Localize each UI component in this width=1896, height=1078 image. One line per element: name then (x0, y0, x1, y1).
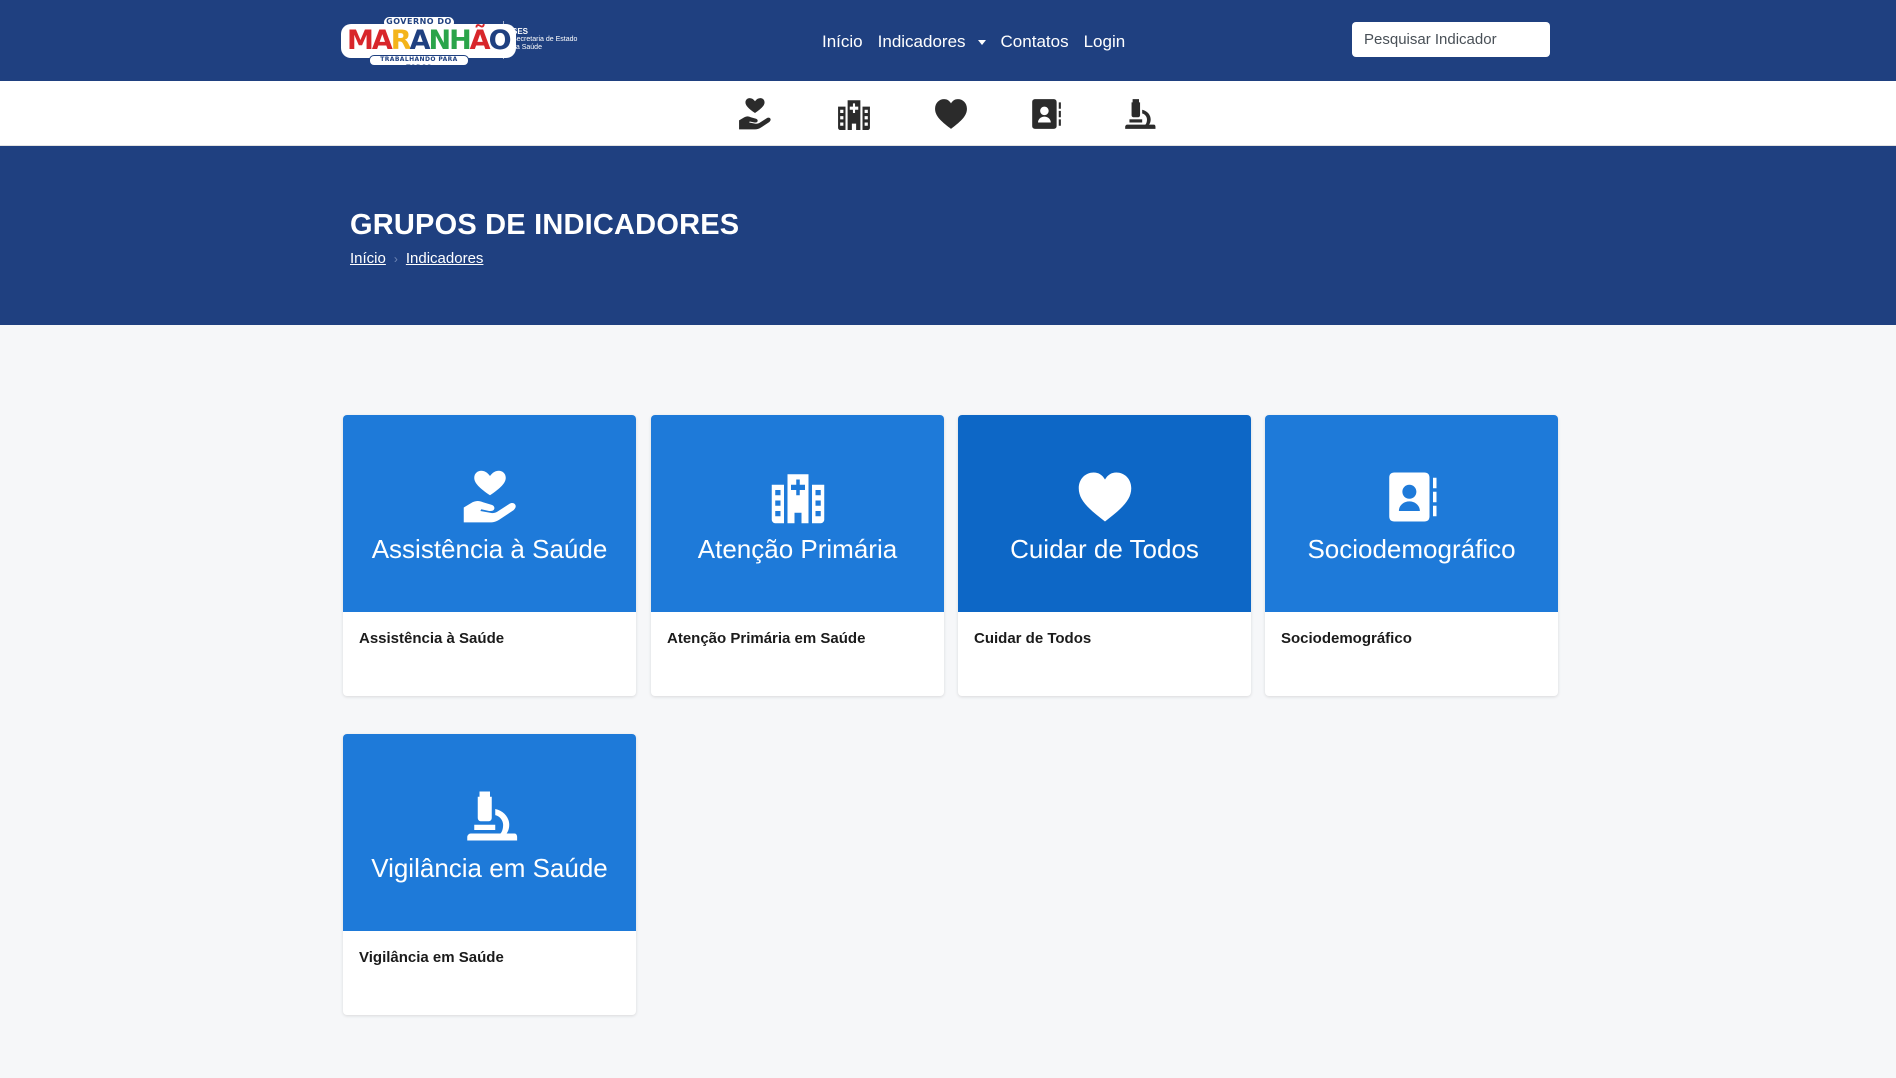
card-header: Sociodemográfico (1265, 415, 1558, 612)
card-title: Assistência à Saúde (371, 534, 608, 564)
card-description: Sociodemográfico (1281, 630, 1412, 647)
microscope-icon (462, 789, 518, 843)
card-title: Atenção Primária (697, 534, 898, 564)
breadcrumb-indicadores[interactable]: Indicadores (406, 250, 484, 267)
hand-heart-icon[interactable] (737, 97, 773, 131)
microscope-icon[interactable] (1121, 97, 1157, 131)
hospital-icon[interactable] (836, 97, 872, 131)
nav-indicadores-dropdown[interactable]: Indicadores (878, 32, 986, 52)
card-header: Cuidar de Todos (958, 415, 1251, 612)
nav-login[interactable]: Login (1084, 32, 1126, 52)
card-sociodemografico[interactable]: Sociodemográfico Sociodemográfico (1265, 415, 1558, 696)
heart-icon[interactable] (933, 97, 969, 131)
card-description: Atenção Primária em Saúde (667, 630, 866, 647)
ses-label: SES Secretaria de Estado da Saúde (512, 27, 578, 52)
caret-down-icon (977, 39, 986, 45)
main-nav: Início Indicadores Contatos Login (822, 28, 1125, 56)
page-title: GRUPOS DE INDICADORES (350, 209, 740, 241)
hospital-icon (770, 470, 826, 524)
search-input[interactable] (1352, 22, 1550, 57)
nav-inicio[interactable]: Início (822, 32, 863, 52)
breadcrumb: Início › Indicadores (350, 250, 483, 267)
card-description: Vigilância em Saúde (359, 949, 504, 966)
contact-book-icon[interactable] (1028, 97, 1064, 131)
card-header: Atenção Primária (651, 415, 944, 612)
brand-logo[interactable]: GOVERNO DO MARANHÃO TRABALHANDO PARA TOD… (341, 14, 592, 71)
card-title: Vigilância em Saúde (371, 853, 608, 883)
card-header: Vigilância em Saúde (343, 734, 636, 931)
nav-contatos[interactable]: Contatos (1001, 32, 1069, 52)
card-description: Cuidar de Todos (974, 630, 1092, 647)
logo-wordmark: MARANHÃO (341, 24, 516, 58)
card-vigilancia-saude[interactable]: Vigilância em Saúde Vigilância em Saúde (343, 734, 636, 1015)
governo-maranhao-logo: GOVERNO DO MARANHÃO TRABALHANDO PARA TOD… (341, 14, 516, 71)
contact-book-icon (1384, 470, 1440, 524)
heart-icon (1077, 470, 1133, 524)
category-icon-bar (0, 81, 1896, 146)
card-header: Assistência à Saúde (343, 415, 636, 612)
logo-slogan: TRABALHANDO PARA TODOS (369, 55, 469, 71)
card-title: Sociodemográfico (1307, 534, 1516, 564)
card-assistencia-saude[interactable]: Assistência à Saúde Assistência à Saúde (343, 415, 636, 696)
hero-banner: GRUPOS DE INDICADORES Início › Indicador… (0, 146, 1896, 325)
hand-heart-icon (462, 470, 518, 524)
card-cuidar-de-todos[interactable]: Cuidar de Todos Cuidar de Todos (958, 415, 1251, 696)
breadcrumb-inicio[interactable]: Início (350, 250, 386, 267)
card-title: Cuidar de Todos (1010, 534, 1199, 564)
top-navbar: GOVERNO DO MARANHÃO TRABALHANDO PARA TOD… (0, 0, 1896, 81)
card-atencao-primaria[interactable]: Atenção Primária Atenção Primária em Saú… (651, 415, 944, 696)
breadcrumb-separator-icon: › (393, 251, 398, 266)
card-description: Assistência à Saúde (359, 630, 505, 647)
